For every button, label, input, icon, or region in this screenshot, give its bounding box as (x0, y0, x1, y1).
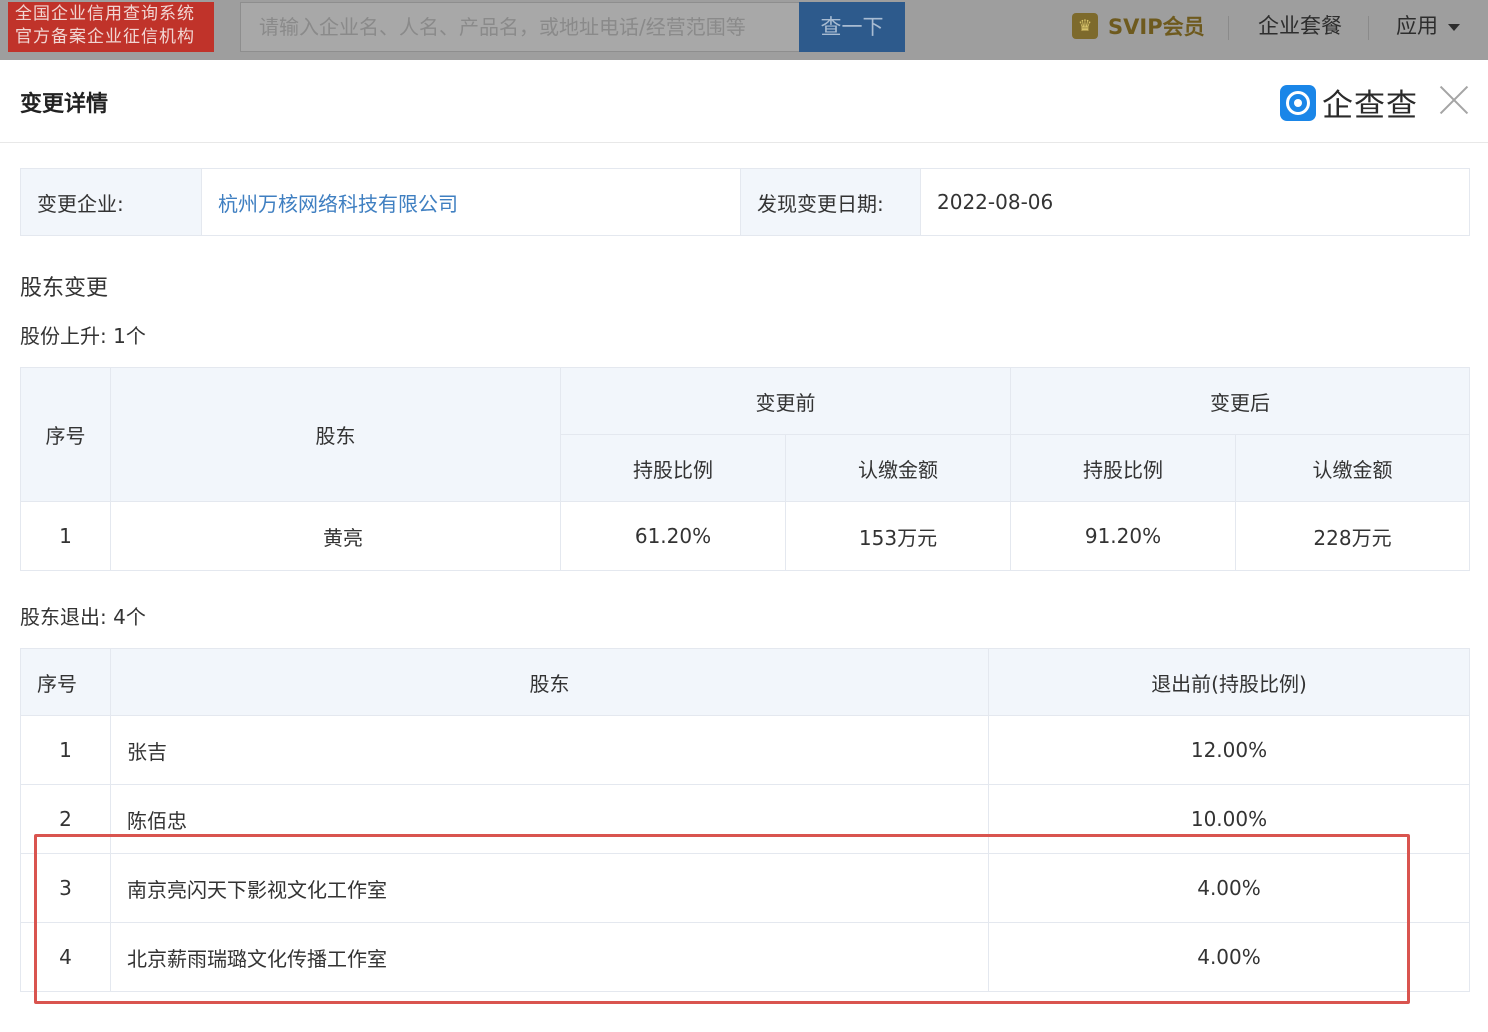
nav-divider (1368, 16, 1369, 40)
svip-link[interactable]: ♛ SVIP会员 (1072, 8, 1205, 44)
nav-divider (1228, 16, 1229, 40)
after-ratio: 91.20% (1010, 501, 1236, 571)
header-before-ratio: 持股比例 (560, 434, 786, 502)
header-holder: 股东 (110, 367, 561, 502)
exit-ratio: 4.00% (988, 922, 1470, 992)
table-row: 3 南京亮闪天下影视文化工作室 4.00% (20, 853, 1470, 923)
close-icon[interactable] (1438, 84, 1470, 116)
modal-header: 变更详情 企查查 (0, 62, 1488, 143)
date-value: 2022-08-06 (920, 168, 1470, 236)
logo-text: 企查查 (1322, 88, 1418, 124)
holder-link[interactable]: 黄亮 (110, 501, 561, 571)
date-label: 发现变更日期: (740, 168, 921, 236)
exit-count-label: 股东退出: 4个 (20, 605, 146, 629)
change-info-table: 变更企业: 杭州万核网络科技有限公司 发现变更日期: 2022-08-06 (20, 168, 1470, 236)
qcc-logo: 企查查 (1280, 80, 1418, 125)
header-after: 变更后 (1010, 367, 1470, 435)
top-navigation-bar: 全国企业信用查询系统 官方备案企业征信机构 请输入企业名、人名、产品名，或地址电… (0, 0, 1488, 60)
row-index: 2 (20, 784, 111, 854)
header-ratio-before-exit: 退出前(持股比例) (988, 648, 1470, 716)
nav-apps-menu[interactable]: 应用 (1396, 10, 1460, 40)
holder-link[interactable]: 张吉 (110, 715, 989, 785)
svip-label: SVIP会员 (1108, 15, 1205, 39)
header-after-amount: 认缴金额 (1235, 434, 1470, 502)
section-title: 股东变更 (20, 276, 109, 301)
table-row: 1 张吉 12.00% (20, 715, 1470, 785)
caret-down-icon (1448, 23, 1460, 31)
header-before: 变更前 (560, 367, 1011, 435)
header-after-ratio: 持股比例 (1010, 434, 1236, 502)
increase-count-label: 股份上升: 1个 (20, 324, 146, 348)
after-amount: 228万元 (1235, 501, 1470, 571)
crown-icon: ♛ (1072, 13, 1098, 39)
search-button[interactable]: 查一下 (799, 2, 905, 52)
qcc-logo-icon (1280, 84, 1316, 121)
header-holder: 股东 (110, 648, 989, 716)
header-before-amount: 认缴金额 (785, 434, 1011, 502)
table-row: 2 陈佰忠 10.00% (20, 784, 1470, 854)
header-index: 序号 (20, 367, 111, 502)
company-label: 变更企业: (20, 168, 202, 236)
exit-table: 序号 股东 退出前(持股比例) 1 张吉 12.00% 2 陈佰忠 10.00%… (20, 648, 1470, 992)
increase-table: 序号 股东 变更前 变更后 持股比例 认缴金额 持股比例 认缴金额 1 黄亮 6… (20, 367, 1470, 571)
exit-ratio: 10.00% (988, 784, 1470, 854)
table-row: 1 黄亮 61.20% 153万元 91.20% 228万元 (20, 501, 1470, 571)
company-link[interactable]: 杭州万核网络科技有限公司 (201, 168, 741, 236)
row-index: 1 (20, 715, 111, 785)
before-ratio: 61.20% (560, 501, 786, 571)
holder-link[interactable]: 北京薪雨瑞璐文化传播工作室 (110, 922, 989, 992)
before-amount: 153万元 (785, 501, 1011, 571)
search-input[interactable]: 请输入企业名、人名、产品名，或地址电话/经营范围等 (240, 2, 800, 52)
row-index: 4 (20, 922, 111, 992)
exit-ratio: 12.00% (988, 715, 1470, 785)
holder-link[interactable]: 陈佰忠 (110, 784, 989, 854)
row-index: 1 (20, 501, 111, 571)
table-row: 4 北京薪雨瑞璐文化传播工作室 4.00% (20, 922, 1470, 992)
holder-link[interactable]: 南京亮闪天下影视文化工作室 (110, 853, 989, 923)
row-index: 3 (20, 853, 111, 923)
credit-system-badge[interactable]: 全国企业信用查询系统 官方备案企业征信机构 (8, 2, 214, 52)
modal-title: 变更详情 (20, 92, 109, 117)
nav-apps-label: 应用 (1396, 14, 1438, 38)
nav-enterprise-plan[interactable]: 企业套餐 (1258, 10, 1342, 40)
badge-line-2: 官方备案企业征信机构 (15, 27, 195, 47)
exit-ratio: 4.00% (988, 853, 1470, 923)
badge-line-1: 全国企业信用查询系统 (15, 4, 195, 24)
header-index: 序号 (20, 648, 111, 716)
